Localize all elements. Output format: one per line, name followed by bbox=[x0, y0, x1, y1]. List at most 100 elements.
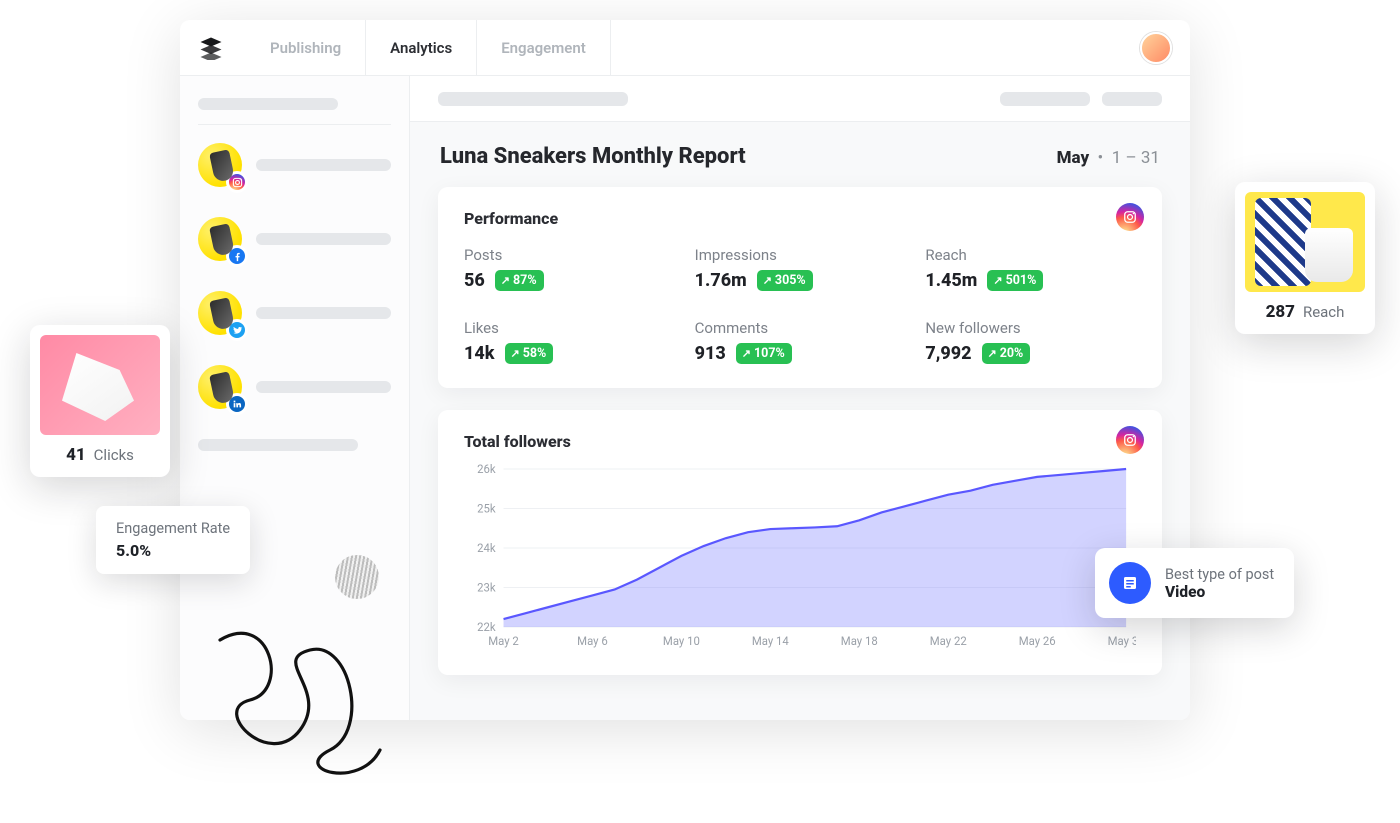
nav-tabs: Publishing Analytics Engagement bbox=[246, 20, 611, 75]
metric-new-followers: New followers 7,992 ↗20% bbox=[925, 319, 1136, 364]
buffer-logo-icon bbox=[198, 35, 224, 61]
svg-text:24k: 24k bbox=[477, 541, 496, 555]
sidebar-account-facebook[interactable] bbox=[198, 217, 391, 261]
instagram-icon bbox=[1116, 203, 1144, 231]
metric-value: 56 bbox=[464, 270, 485, 291]
followers-chart: 22k 23k 24k 25k 26k May 2 May 6 May 10 May 14 May… bbox=[464, 461, 1136, 651]
account-label-placeholder bbox=[256, 381, 391, 393]
metric-value: 1.76m bbox=[695, 270, 747, 291]
svg-text:May 2: May 2 bbox=[488, 634, 519, 648]
instagram-icon bbox=[226, 171, 248, 193]
toolbar bbox=[410, 76, 1190, 122]
svg-text:May 14: May 14 bbox=[752, 634, 790, 648]
arrow-up-icon: ↗ bbox=[993, 274, 1002, 287]
svg-text:25k: 25k bbox=[477, 501, 496, 515]
sidebar-account-twitter[interactable] bbox=[198, 291, 391, 335]
overlay-best-post: Best type of post Video bbox=[1095, 548, 1294, 618]
tab-publishing[interactable]: Publishing bbox=[246, 20, 366, 75]
svg-text:May 26: May 26 bbox=[1019, 634, 1056, 648]
svg-text:May 10: May 10 bbox=[663, 634, 700, 648]
metric-label: Comments bbox=[695, 319, 906, 337]
post-type-icon bbox=[1109, 562, 1151, 604]
metric-delta: ↗58% bbox=[505, 343, 554, 364]
performance-metrics: Posts 56 ↗87% Impressions 1.76m ↗305% bbox=[464, 246, 1136, 364]
overlay-reach-card: 287 Reach bbox=[1235, 182, 1375, 334]
metric-label: Likes bbox=[464, 319, 675, 337]
report-header: Luna Sneakers Monthly Report May • 1 – 3… bbox=[440, 144, 1160, 169]
metric-comments: Comments 913 ↗107% bbox=[695, 319, 906, 364]
metric-delta: ↗20% bbox=[982, 343, 1031, 364]
account-avatar bbox=[198, 143, 242, 187]
svg-text:26k: 26k bbox=[477, 462, 496, 476]
arrow-up-icon: ↗ bbox=[763, 274, 772, 287]
account-avatar bbox=[198, 365, 242, 409]
toolbar-placeholder bbox=[438, 92, 628, 106]
user-avatar[interactable] bbox=[1140, 32, 1172, 64]
metric-posts: Posts 56 ↗87% bbox=[464, 246, 675, 291]
metric-label: Posts bbox=[464, 246, 675, 264]
metric-value: 913 bbox=[695, 343, 726, 364]
tab-engagement[interactable]: Engagement bbox=[477, 20, 611, 75]
overlay-engagement-rate: Engagement Rate 5.0% bbox=[96, 506, 250, 574]
svg-text:May 6: May 6 bbox=[577, 634, 608, 648]
sidebar-heading-placeholder bbox=[198, 98, 338, 110]
best-post-value: Video bbox=[1165, 583, 1274, 601]
toolbar-placeholder bbox=[1000, 92, 1090, 106]
arrow-up-icon: ↗ bbox=[742, 347, 751, 360]
metric-reach: Reach 1.45m ↗501% bbox=[925, 246, 1136, 291]
arrow-up-icon: ↗ bbox=[501, 274, 510, 287]
metric-label: New followers bbox=[925, 319, 1136, 337]
followers-title: Total followers bbox=[464, 432, 1136, 451]
report-title: Luna Sneakers Monthly Report bbox=[440, 144, 746, 169]
tab-analytics[interactable]: Analytics bbox=[366, 20, 477, 75]
svg-text:May 22: May 22 bbox=[930, 634, 967, 648]
linkedin-icon bbox=[226, 393, 248, 415]
metric-value: 7,992 bbox=[925, 343, 971, 364]
sidebar-footer-placeholder bbox=[198, 439, 358, 451]
clicks-label: Clicks bbox=[94, 446, 134, 464]
arrow-up-icon: ↗ bbox=[511, 347, 520, 360]
arrow-up-icon: ↗ bbox=[988, 347, 997, 360]
account-label-placeholder bbox=[256, 307, 391, 319]
engagement-label: Engagement Rate bbox=[116, 520, 230, 537]
engagement-value: 5.0% bbox=[116, 541, 230, 560]
instagram-icon bbox=[1116, 426, 1144, 454]
facebook-icon bbox=[226, 245, 248, 267]
clicks-value: 41 bbox=[66, 445, 86, 465]
main-panel: Luna Sneakers Monthly Report May • 1 – 3… bbox=[410, 76, 1190, 720]
app-window: Publishing Analytics Engagement bbox=[180, 20, 1190, 720]
decorative-squiggle-icon bbox=[210, 620, 400, 790]
svg-text:May 18: May 18 bbox=[841, 634, 878, 648]
svg-text:May 30: May 30 bbox=[1108, 634, 1136, 648]
metric-delta: ↗107% bbox=[736, 343, 792, 364]
account-avatar bbox=[198, 291, 242, 335]
report-range: 1 – 31 bbox=[1112, 148, 1160, 168]
sidebar-account-linkedin[interactable] bbox=[198, 365, 391, 409]
best-post-label: Best type of post bbox=[1165, 566, 1274, 583]
svg-text:22k: 22k bbox=[477, 620, 496, 634]
metric-delta: ↗87% bbox=[495, 270, 544, 291]
metric-label: Impressions bbox=[695, 246, 906, 264]
account-avatar bbox=[198, 217, 242, 261]
report-date: May • 1 – 31 bbox=[1057, 148, 1160, 168]
metric-delta: ↗305% bbox=[757, 270, 813, 291]
metric-likes: Likes 14k ↗58% bbox=[464, 319, 675, 364]
report-scroll[interactable]: Luna Sneakers Monthly Report May • 1 – 3… bbox=[410, 122, 1190, 720]
sidebar-account-instagram[interactable] bbox=[198, 143, 391, 187]
twitter-icon bbox=[226, 319, 248, 341]
topbar: Publishing Analytics Engagement bbox=[180, 20, 1190, 76]
performance-title: Performance bbox=[464, 209, 1136, 228]
post-thumbnail bbox=[40, 335, 160, 435]
metric-impressions: Impressions 1.76m ↗305% bbox=[695, 246, 906, 291]
metric-value: 14k bbox=[464, 343, 495, 364]
account-label-placeholder bbox=[256, 233, 391, 245]
report-month: May bbox=[1057, 148, 1090, 168]
metric-value: 1.45m bbox=[925, 270, 977, 291]
toolbar-placeholder bbox=[1102, 92, 1162, 106]
reach-label: Reach bbox=[1303, 303, 1344, 321]
performance-card: Performance Posts 56 ↗87% Impressions bbox=[438, 187, 1162, 388]
svg-text:23k: 23k bbox=[477, 580, 496, 594]
metric-label: Reach bbox=[925, 246, 1136, 264]
sidebar-divider bbox=[198, 124, 391, 125]
reach-value: 287 bbox=[1266, 302, 1295, 322]
